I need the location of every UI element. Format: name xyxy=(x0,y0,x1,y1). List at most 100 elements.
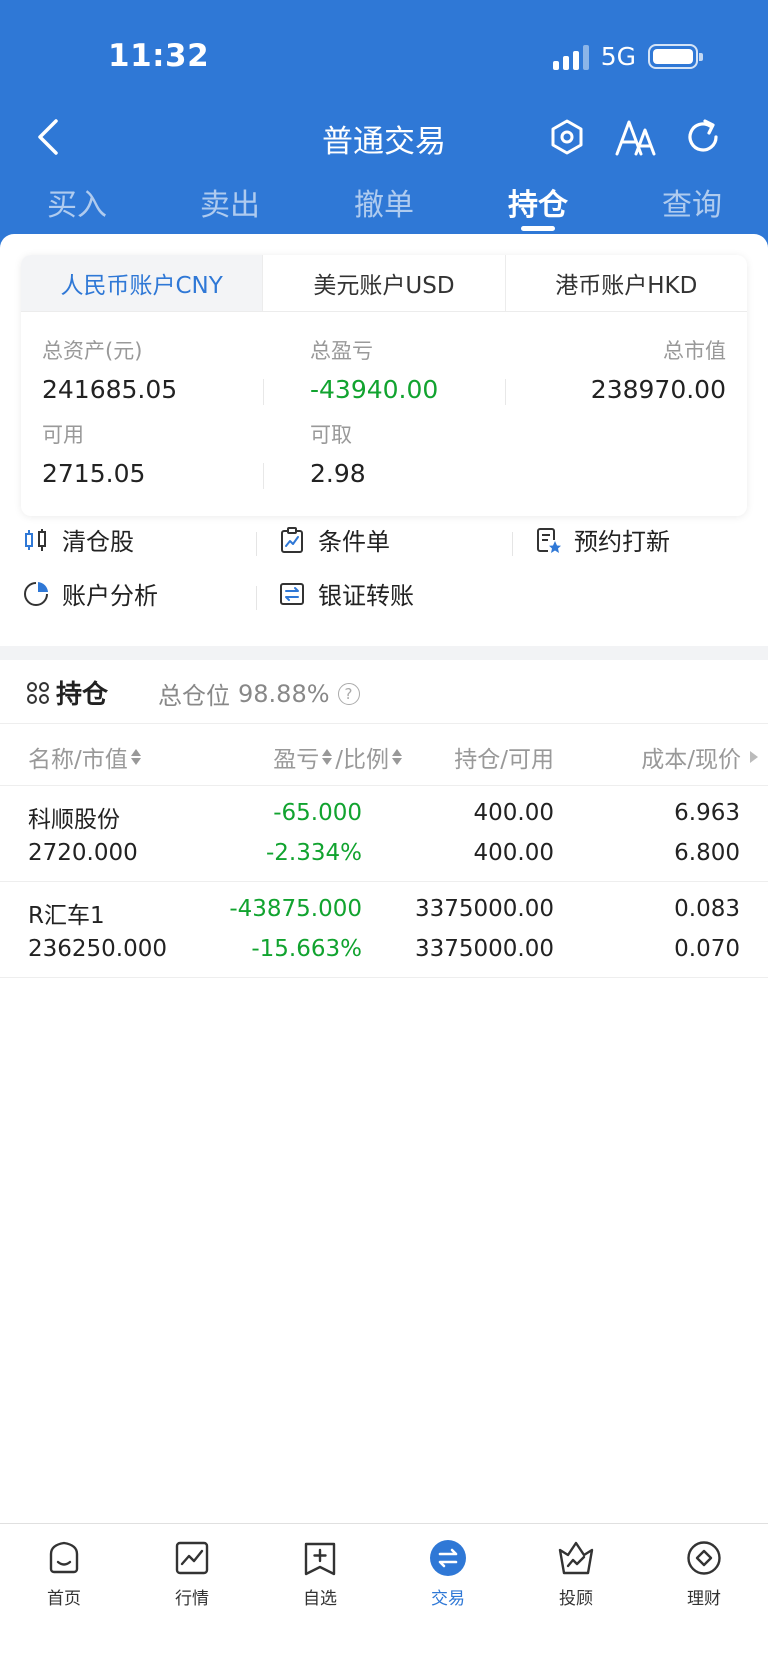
trade-exchange-icon xyxy=(428,1538,468,1578)
signal-icon xyxy=(552,44,589,70)
divider xyxy=(256,532,257,556)
account-tab-hkd[interactable]: 港币账户HKD xyxy=(504,255,747,311)
position-ratio: 总仓位 98.88% ? xyxy=(158,676,360,711)
nav-wealth[interactable]: 理财 xyxy=(640,1538,768,1609)
stock-cost: 6.963 xyxy=(674,800,740,826)
stock-pnl: -65.000 xyxy=(273,800,362,826)
col-holding-available: 持仓/可用 xyxy=(454,747,554,773)
total-pnl-value: -43940.00 xyxy=(310,375,439,404)
tool-clear-stocks[interactable]: 清仓股 xyxy=(22,522,134,557)
nav-label: 行情 xyxy=(175,1589,209,1609)
app-header: 11:32 5G 普通交易 买入 卖出 撤单 持仓 查询 xyxy=(0,0,768,260)
account-tab-cny[interactable]: 人民币账户CNY xyxy=(21,255,263,311)
settings-button[interactable] xyxy=(542,112,592,162)
tab-sell[interactable]: 卖出 xyxy=(170,180,290,224)
market-chart-icon xyxy=(172,1538,212,1578)
total-assets-label: 总资产(元) xyxy=(42,339,143,363)
nav-market[interactable]: 行情 xyxy=(128,1538,256,1609)
available-value: 2715.05 xyxy=(42,459,146,488)
tab-cancel-order[interactable]: 撤单 xyxy=(324,180,444,224)
stock-name: R汇车1 xyxy=(28,903,105,929)
stock-holding: 400.00 xyxy=(473,800,554,826)
tool-ipo-subscription[interactable]: 预约打新 xyxy=(534,522,670,557)
refresh-button[interactable] xyxy=(678,112,728,162)
nav-home[interactable]: 首页 xyxy=(0,1538,128,1609)
refresh-icon xyxy=(688,119,718,152)
tool-conditional-order[interactable]: 条件单 xyxy=(278,522,390,557)
table-row[interactable]: 科顺股份 2720.000 -65.000 -2.334% 400.00 400… xyxy=(0,786,768,882)
clipboard-chart-icon xyxy=(281,526,303,553)
quick-tools: 清仓股 条件单 预约打新 账户分析 银证转账 xyxy=(0,516,768,646)
wealth-icon xyxy=(684,1538,724,1578)
table-row[interactable]: R汇车1 236250.000 -43875.000 -15.663% 3375… xyxy=(0,882,768,978)
stock-name: 科顺股份 xyxy=(28,807,120,833)
watchlist-add-icon xyxy=(300,1538,340,1578)
column-label: 名称/市值 xyxy=(28,747,128,773)
positions-table-header: 名称/市值 盈亏 /比例 持仓/可用 成本/现价 xyxy=(0,724,768,786)
stock-cost: 0.083 xyxy=(674,896,740,922)
stock-pnl: -43875.000 xyxy=(229,896,362,922)
positions-title-text: 持仓 xyxy=(56,680,109,710)
help-icon[interactable]: ? xyxy=(337,682,360,705)
tool-label: 清仓股 xyxy=(62,528,134,556)
font-size-icon xyxy=(615,120,656,156)
column-label: 盈亏 xyxy=(273,747,320,773)
stock-market-value: 236250.000 xyxy=(28,936,168,962)
nav-label: 投顾 xyxy=(559,1589,593,1609)
status-time: 11:32 xyxy=(108,38,210,74)
home-icon xyxy=(44,1538,84,1578)
nav-label: 自选 xyxy=(303,1589,337,1609)
withdrawable-value: 2.98 xyxy=(310,459,366,488)
position-ratio-label: 总仓位 xyxy=(158,682,230,710)
nav-trade[interactable]: 交易 xyxy=(384,1538,512,1609)
stock-holding: 3375000.00 xyxy=(414,896,554,922)
divider xyxy=(263,379,264,405)
total-assets-value: 241685.05 xyxy=(42,375,178,404)
font-size-button[interactable] xyxy=(610,112,660,162)
col-cost-price[interactable]: 成本/现价 xyxy=(641,740,758,774)
network-type: 5G xyxy=(600,42,636,71)
tool-label: 银证转账 xyxy=(318,582,414,610)
subscription-star-icon xyxy=(537,527,561,553)
position-ratio-value: 98.88% xyxy=(238,679,330,708)
battery-icon xyxy=(648,44,703,69)
tool-account-analysis[interactable]: 账户分析 xyxy=(22,576,158,611)
tab-query[interactable]: 查询 xyxy=(632,180,752,224)
divider xyxy=(512,532,513,556)
settings-hex-icon xyxy=(551,119,583,155)
withdrawable-label: 可取 xyxy=(310,423,352,447)
nav-watchlist[interactable]: 自选 xyxy=(256,1538,384,1609)
account-tab-usd[interactable]: 美元账户USD xyxy=(262,255,504,311)
status-indicators: 5G xyxy=(552,42,703,71)
divider xyxy=(256,586,257,610)
divider xyxy=(263,463,264,489)
stock-available: 3375000.00 xyxy=(414,936,554,962)
sort-icon xyxy=(392,749,402,765)
main-content: 人民币账户CNY 美元账户USD 港币账户HKD 总资产(元) 241685.0… xyxy=(0,234,768,1524)
market-value-label: 总市值 xyxy=(663,339,726,363)
sort-icon xyxy=(322,749,333,765)
divider xyxy=(505,379,506,405)
positions-header: 持仓 总仓位 98.88% ? xyxy=(0,660,768,724)
active-tab-indicator xyxy=(521,226,555,231)
available-label: 可用 xyxy=(42,423,84,447)
sort-icon xyxy=(130,749,141,765)
nav-advisor[interactable]: 投顾 xyxy=(512,1538,640,1609)
account-currency-tabs: 人民币账户CNY 美元账户USD 港币账户HKD xyxy=(21,255,747,312)
tab-buy[interactable]: 买入 xyxy=(17,180,137,224)
col-pnl-ratio[interactable]: 盈亏 /比例 xyxy=(273,740,402,774)
total-pnl-label: 总盈亏 xyxy=(310,339,373,363)
bottom-navigation: 首页 行情 自选 交易 投顾 理财 xyxy=(0,1523,768,1669)
tool-label: 账户分析 xyxy=(62,582,158,610)
col-name-value[interactable]: 名称/市值 xyxy=(28,740,141,774)
tool-label: 预约打新 xyxy=(574,528,670,556)
advisor-crown-icon xyxy=(556,1538,596,1578)
column-label: 成本/现价 xyxy=(641,747,741,773)
tool-bank-transfer[interactable]: 银证转账 xyxy=(278,576,414,611)
nav-label: 首页 xyxy=(47,1589,81,1609)
column-label: /比例 xyxy=(335,747,389,773)
stock-price: 0.070 xyxy=(674,936,740,962)
tab-positions[interactable]: 持仓 xyxy=(478,180,598,231)
scroll-right-icon xyxy=(750,751,758,763)
stock-pnl-pct: -15.663% xyxy=(251,936,362,962)
